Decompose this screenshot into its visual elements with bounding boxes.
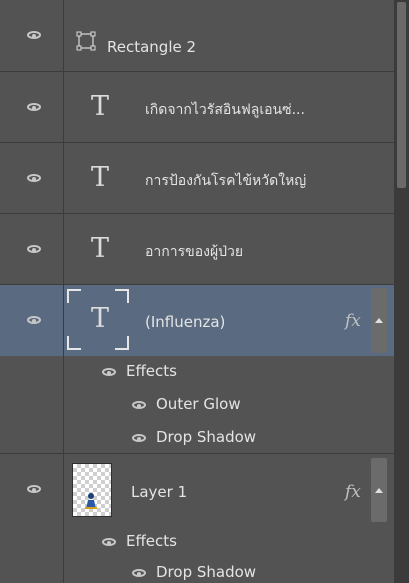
visibility-column [0, 285, 64, 356]
effect-outer-glow[interactable]: Outer Glow [132, 395, 241, 413]
text-layer-T-icon: T [90, 233, 109, 264]
eye-icon[interactable] [27, 316, 41, 324]
visibility-column [0, 214, 64, 284]
effects-group: Effects Outer Glow Drop Shadow [0, 356, 394, 454]
eye-icon[interactable] [27, 174, 41, 182]
text-layer-T-icon: T [90, 162, 109, 193]
visibility-column [0, 356, 64, 453]
fx-icon[interactable]: fx [345, 482, 361, 502]
effects-toggle[interactable] [371, 458, 387, 522]
figure-thumbnail-icon [85, 493, 97, 509]
eye-icon[interactable] [132, 568, 146, 577]
layer-name: (Influenza) [145, 313, 226, 331]
layer-thumbnail [72, 463, 112, 517]
panel-scrollbar[interactable] [394, 0, 409, 583]
effects-group: Effects Drop Shadow [0, 526, 394, 583]
layer-name: Rectangle 2 [107, 38, 197, 56]
effects-label[interactable]: Effects [102, 362, 177, 380]
eye-icon[interactable] [102, 367, 116, 376]
layer-thumbnail-selected: T [66, 288, 130, 351]
layers-panel: Rectangle 2 T เกิดจากไวรัสอินฟลูเอนซ่...… [0, 0, 394, 583]
layer-name: อาการของผู้ป่วย [145, 244, 244, 260]
eye-icon[interactable] [27, 245, 41, 253]
scrollbar-thumb[interactable] [397, 2, 406, 188]
visibility-column [0, 143, 64, 213]
effect-drop-shadow[interactable]: Drop Shadow [132, 563, 256, 581]
layer-name: การป้องกันโรคไข้หวัดใหญ่ [145, 173, 307, 189]
shape-layer-icon [76, 31, 96, 51]
visibility-column [0, 454, 64, 526]
layer-name: เกิดจากไวรัสอินฟลูเอนซ่... [145, 102, 305, 118]
fx-icon[interactable]: fx [345, 311, 361, 331]
eye-icon[interactable] [27, 31, 41, 39]
eye-icon[interactable] [102, 537, 116, 546]
layer-row-text[interactable]: T อาการของผู้ป่วย [0, 214, 394, 285]
collapse-arrow-icon [375, 488, 383, 493]
text-layer-T-icon: T [90, 303, 109, 334]
effects-toggle[interactable] [371, 288, 387, 353]
visibility-column [0, 72, 64, 142]
eye-icon[interactable] [132, 433, 146, 442]
layer-name: Layer 1 [131, 483, 188, 501]
visibility-column [0, 526, 64, 583]
layer-row-rectangle-2[interactable]: Rectangle 2 [0, 0, 394, 72]
text-layer-T-icon: T [90, 91, 109, 122]
layer-row-text[interactable]: T การป้องกันโรคไข้หวัดใหญ่ [0, 143, 394, 214]
visibility-column [0, 0, 64, 71]
eye-icon[interactable] [132, 400, 146, 409]
effect-drop-shadow[interactable]: Drop Shadow [132, 428, 256, 446]
collapse-arrow-icon [375, 318, 383, 323]
effects-label[interactable]: Effects [102, 532, 177, 550]
layer-row-influenza[interactable]: T (Influenza) fx [0, 285, 394, 356]
eye-icon[interactable] [27, 103, 41, 111]
eye-icon[interactable] [27, 485, 41, 493]
layer-row-layer-1[interactable]: Layer 1 fx [0, 454, 394, 526]
layer-row-text[interactable]: T เกิดจากไวรัสอินฟลูเอนซ่... [0, 72, 394, 143]
